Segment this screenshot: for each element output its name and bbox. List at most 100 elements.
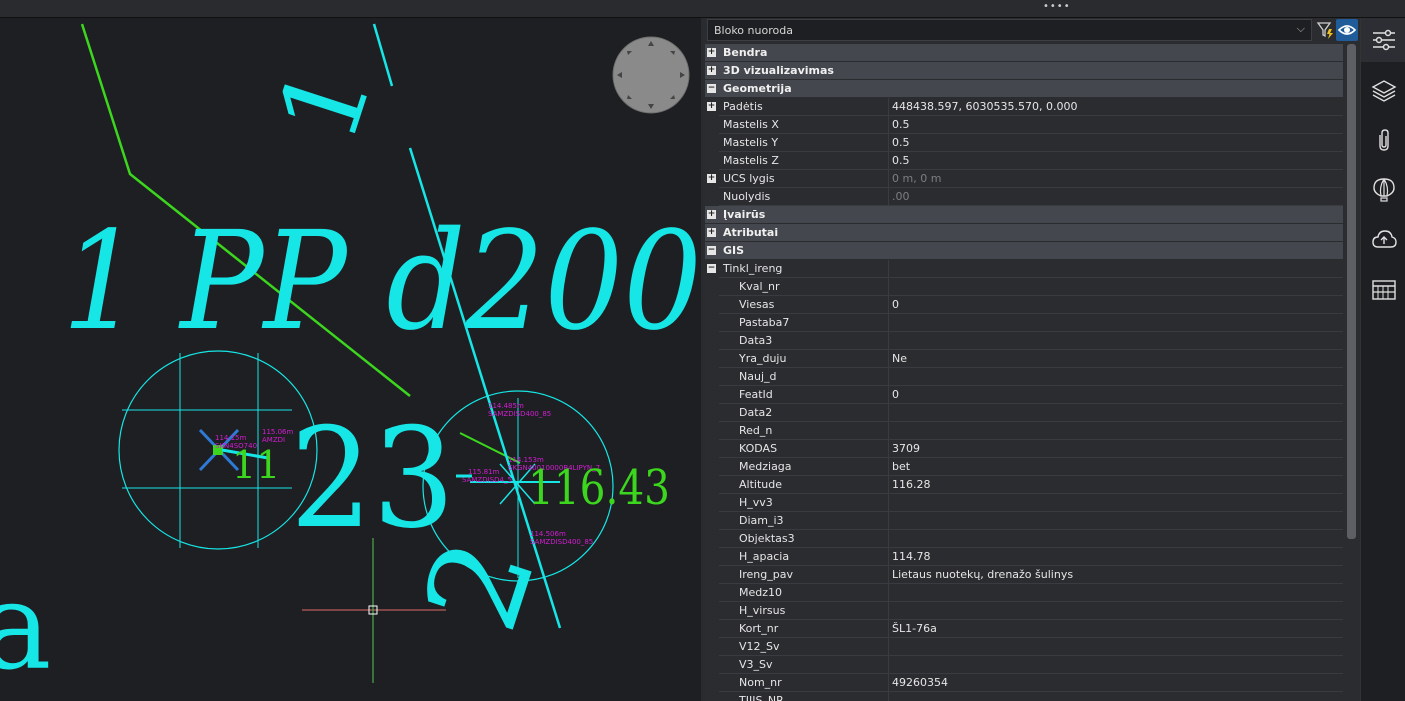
property-row[interactable]: H_apacia 114.78 (705, 548, 1343, 566)
property-value[interactable]: 0.5 (892, 118, 910, 131)
navigation-wheel-icon[interactable] (612, 36, 690, 114)
column-divider (888, 98, 889, 116)
row-gutter (705, 476, 719, 494)
property-row[interactable]: Red_n (705, 422, 1343, 440)
property-value[interactable]: 0 m, 0 m (892, 172, 941, 185)
property-row[interactable]: Kort_nr ŠL1-76a (705, 620, 1343, 638)
property-row[interactable]: Medz10 (705, 584, 1343, 602)
cyan-pipe-line[interactable] (372, 23, 394, 87)
property-value[interactable]: 0.5 (892, 154, 910, 167)
manhole-symbol-left[interactable]: 11 114.15m SKN4SO740 115.06m AMZDI (118, 350, 318, 550)
properties-panel-button[interactable] (1361, 18, 1405, 62)
property-value[interactable]: bet (892, 460, 910, 473)
property-row[interactable]: Diam_i3 (705, 512, 1343, 530)
property-category-row[interactable]: + Atributai (705, 224, 1343, 242)
column-divider (888, 692, 889, 701)
visibility-toggle-button[interactable] (1336, 19, 1358, 41)
property-row[interactable]: Nauj_d (705, 368, 1343, 386)
property-value[interactable]: 0.5 (892, 136, 910, 149)
property-name: Bendra (723, 46, 768, 59)
property-row[interactable]: Nuolydis .00 (705, 188, 1343, 206)
property-value[interactable]: 3709 (892, 442, 920, 455)
property-row[interactable]: TIIIS_NR (705, 692, 1343, 701)
property-value[interactable]: 448438.597, 6030535.570, 0.000 (892, 100, 1077, 113)
collapse-icon[interactable]: − (707, 84, 716, 93)
row-gutter (705, 332, 719, 350)
property-name: H_vv3 (739, 496, 773, 509)
property-value[interactable]: ŠL1-76a (892, 622, 937, 635)
property-row[interactable]: Mastelis X 0.5 (705, 116, 1343, 134)
expand-icon[interactable]: + (707, 210, 716, 219)
property-name: Medz10 (739, 586, 783, 599)
property-row[interactable]: Nom_nr 49260354 (705, 674, 1343, 692)
property-row[interactable]: Viesas 0 (705, 296, 1343, 314)
collapse-icon[interactable]: − (707, 264, 716, 273)
property-name: UCS lygis (723, 172, 775, 185)
property-category-row[interactable]: + Bendra (705, 44, 1343, 62)
property-name: Mastelis Z (723, 154, 779, 167)
property-row[interactable]: − Tinkl_ireng (705, 260, 1343, 278)
entity-type-dropdown[interactable]: Bloko nuoroda ⌵ (707, 19, 1312, 41)
property-row[interactable]: Mastelis Z 0.5 (705, 152, 1343, 170)
property-category-row[interactable]: +3D vizualizavimas (705, 62, 1343, 80)
property-category-row[interactable]: − GIS (705, 242, 1343, 260)
library-icon (1372, 280, 1396, 300)
property-row[interactable]: Ireng_pav Lietaus nuotekų, drenažo šuliny… (705, 566, 1343, 584)
property-value[interactable]: 114.78 (892, 550, 931, 563)
property-row[interactable]: Pastaba7 (705, 314, 1343, 332)
render-panel-button[interactable] (1361, 168, 1405, 212)
property-row[interactable]: + UCS lygis 0 m, 0 m (705, 170, 1343, 188)
vertical-scrollbar[interactable] (1345, 44, 1358, 701)
property-row[interactable]: + Padėtis 448438.597, 6030535.570, 0.000 (705, 98, 1343, 116)
property-name: TIIIS_NR (739, 694, 784, 701)
drawing-viewport[interactable]: 11 114.15m SKN4SO740 115.06m AMZDI 114.4… (0, 18, 701, 701)
svg-text:115.81m: 115.81m (468, 468, 499, 476)
property-row[interactable]: Data2 (705, 404, 1343, 422)
column-divider (888, 620, 889, 638)
collapse-icon[interactable]: − (707, 246, 716, 255)
property-row[interactable]: Altitude 116.28 (705, 476, 1343, 494)
column-divider (888, 566, 889, 584)
quick-select-filter-button[interactable] (1315, 20, 1335, 40)
row-gutter (705, 116, 719, 134)
property-row[interactable]: V12_Sv (705, 638, 1343, 656)
property-value[interactable]: 49260354 (892, 676, 948, 689)
row-gutter (705, 188, 719, 206)
row-gutter (705, 638, 719, 656)
panel-grip-handle[interactable]: •••• (1043, 2, 1070, 12)
layers-panel-button[interactable] (1361, 68, 1405, 112)
expand-icon[interactable]: + (707, 66, 716, 75)
row-gutter (705, 386, 719, 404)
scrollbar-thumb[interactable] (1347, 44, 1356, 539)
property-row[interactable]: Data3 (705, 332, 1343, 350)
property-row[interactable]: Mastelis Y 0.5 (705, 134, 1343, 152)
property-row[interactable]: H_virsus (705, 602, 1343, 620)
property-value[interactable]: Ne (892, 352, 907, 365)
property-row[interactable]: Yra_duju Ne (705, 350, 1343, 368)
library-panel-button[interactable] (1361, 268, 1405, 312)
cloud-upload-button[interactable] (1361, 218, 1405, 262)
expand-icon[interactable]: + (707, 228, 716, 237)
property-row[interactable]: KODAS 3709 (705, 440, 1343, 458)
svg-text:SAMZDISD400_85: SAMZDISD400_85 (530, 538, 593, 546)
expand-icon[interactable]: + (707, 174, 716, 183)
property-row[interactable]: H_vv3 (705, 494, 1343, 512)
attachments-panel-button[interactable] (1361, 118, 1405, 162)
property-row[interactable]: Kval_nr (705, 278, 1343, 296)
expand-icon[interactable]: + (707, 48, 716, 57)
property-value[interactable]: 116.28 (892, 478, 931, 491)
expand-icon[interactable]: + (707, 102, 716, 111)
property-row[interactable]: FeatId 0 (705, 386, 1343, 404)
property-category-row[interactable]: − Geometrija (705, 80, 1343, 98)
row-gutter (705, 152, 719, 170)
property-row[interactable]: Objektas3 (705, 530, 1343, 548)
property-value[interactable]: .00 (892, 190, 910, 203)
property-value[interactable]: 0 (892, 298, 899, 311)
row-gutter (705, 566, 719, 584)
column-divider (888, 350, 889, 368)
property-row[interactable]: Medziaga bet (705, 458, 1343, 476)
property-category-row[interactable]: + Įvairūs (705, 206, 1343, 224)
property-value[interactable]: Lietaus nuotekų, drenažo šulinys (892, 568, 1073, 581)
property-row[interactable]: V3_Sv (705, 656, 1343, 674)
property-value[interactable]: 0 (892, 388, 899, 401)
